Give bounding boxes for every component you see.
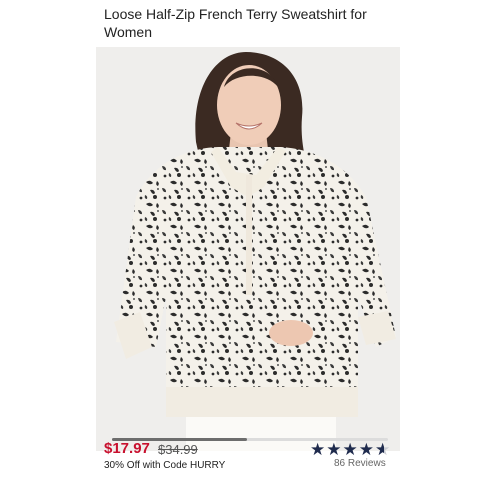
sale-price: $17.97 [104, 440, 150, 457]
product-title: Loose Half-Zip French Terry Sweatshirt f… [104, 6, 367, 40]
promo-text: 30% Off with Code HURRY [104, 460, 226, 471]
product-image[interactable] [96, 47, 400, 451]
reviews-link[interactable]: 86 Reviews [334, 458, 386, 469]
half-star-icon: ★ [375, 440, 391, 460]
model-photo [114, 52, 396, 451]
star-icon: ★ [326, 440, 343, 459]
star-icon: ★ [358, 440, 375, 459]
original-price: $34.99 [158, 442, 198, 457]
star-icon: ★ [342, 440, 359, 459]
star-rating[interactable]: ★★★★★ [310, 440, 391, 460]
star-icon: ★ [310, 440, 327, 459]
